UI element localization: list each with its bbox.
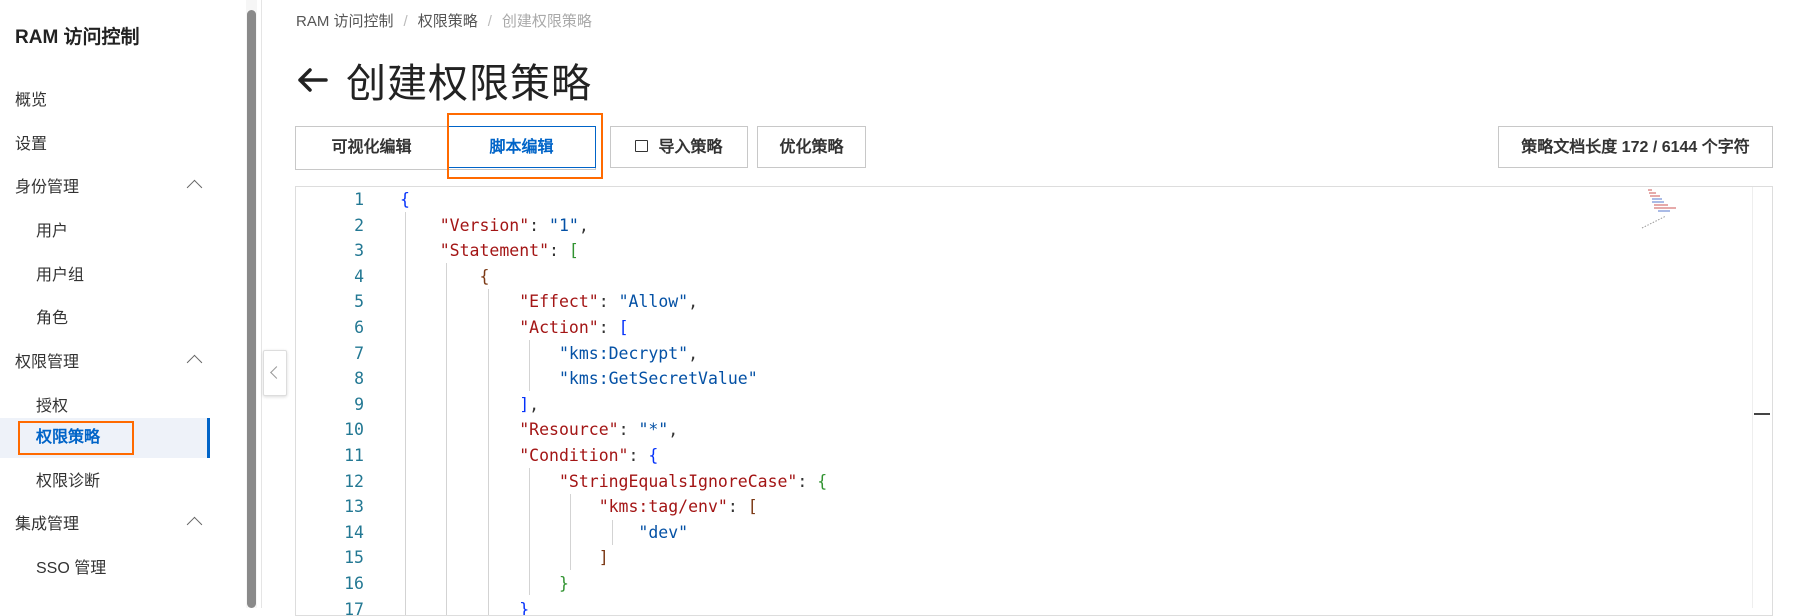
breadcrumb-item[interactable]: RAM 访问控制 <box>296 10 394 31</box>
line-number: 14 <box>344 522 364 542</box>
sidebar-item-label: 用户组 <box>36 267 85 284</box>
sidebar-item-user-groups[interactable]: 用户组 <box>0 256 210 296</box>
code-token: "Condition" <box>519 446 629 465</box>
sidebar-item-label: 身份管理 <box>15 179 80 196</box>
line-number: 16 <box>344 574 364 593</box>
code-token: "Action" <box>519 318 599 337</box>
line-number: 15 <box>344 548 364 568</box>
line-number: 5 <box>354 292 364 312</box>
breadcrumb-item[interactable]: 权限策略 <box>418 10 478 31</box>
sidebar-scrollbar-thumb[interactable] <box>247 10 256 608</box>
tab-visual-edit[interactable]: 可视化编辑 <box>296 127 448 169</box>
line-number: 7 <box>354 343 364 363</box>
editor-mode-tabs: 可视化编辑 脚本编辑 <box>295 126 596 170</box>
editor-scrollbar-track[interactable] <box>1752 187 1753 608</box>
page-header: 创建权限策略 <box>294 52 592 108</box>
line-number: 11 <box>344 446 364 465</box>
sidebar-item-sso[interactable]: SSO 管理 <box>0 549 210 589</box>
code-editor[interactable]: 1{ 2 "Version": "1", 3 "Statement": [ 4 … <box>295 186 1773 616</box>
sidebar-item-settings[interactable]: 设置 <box>0 125 210 165</box>
sidebar-group-identity[interactable]: 身份管理 <box>0 168 210 208</box>
line-number: 8 <box>354 369 364 389</box>
import-policy-button[interactable]: 导入策略 <box>610 126 748 168</box>
line-number: 12 <box>344 471 364 491</box>
back-arrow-icon[interactable] <box>294 60 334 100</box>
code-token: "StringEqualsIgnoreCase" <box>558 471 798 491</box>
sidebar-item-users[interactable]: 用户 <box>0 212 210 252</box>
sidebar-item-label: 权限管理 <box>15 354 80 371</box>
line-number: 13 <box>344 497 364 517</box>
line-number: 1 <box>354 190 364 209</box>
chevron-up-icon <box>186 516 203 533</box>
code-token: "*" <box>638 420 669 440</box>
code-token: "kms:tag/env" <box>598 497 728 517</box>
editor-minimap[interactable] <box>1640 186 1690 231</box>
line-number: 9 <box>354 394 364 414</box>
chevron-up-icon <box>186 179 203 196</box>
line-number: 17 <box>344 599 364 616</box>
line-number: 6 <box>354 318 364 337</box>
sidebar-item-label: 集成管理 <box>15 516 80 533</box>
sidebar-item-diagnostics[interactable]: 权限诊断 <box>0 462 210 502</box>
breadcrumb-separator: / <box>487 13 492 30</box>
line-number: 3 <box>354 241 364 261</box>
import-policy-label: 导入策略 <box>658 139 723 156</box>
sidebar-item-label: 用户 <box>36 223 69 240</box>
line-number: 4 <box>354 266 364 286</box>
code-token: "dev" <box>638 522 689 542</box>
breadcrumb-current: 创建权限策略 <box>501 13 592 30</box>
breadcrumb-separator: / <box>403 13 408 30</box>
sidebar-item-roles[interactable]: 角色 <box>0 299 210 339</box>
code-token: "Statement" <box>439 241 550 261</box>
sidebar-item-label: 概览 <box>15 92 48 109</box>
code-token: "1" <box>549 215 579 235</box>
code-token: "kms:Decrypt" <box>558 343 689 363</box>
sidebar-item-label: 角色 <box>36 310 69 327</box>
code-token: "Allow" <box>618 292 689 312</box>
collapse-sidebar-button[interactable] <box>263 350 287 396</box>
code-token: "kms:GetSecretValue" <box>558 369 758 389</box>
sidebar-group-integration[interactable]: 集成管理 <box>0 505 210 545</box>
editor-scroll-indicator[interactable] <box>1754 413 1770 415</box>
line-number: 10 <box>344 420 364 440</box>
sidebar-group-permissions[interactable]: 权限管理 <box>0 343 210 383</box>
import-icon <box>635 139 649 152</box>
sidebar-item-policies[interactable]: 权限策略 <box>0 418 210 458</box>
page-title: 创建权限策略 <box>346 62 592 106</box>
sidebar-item-label: 权限诊断 <box>36 473 101 490</box>
breadcrumb: RAM 访问控制 / 权限策略 / 创建权限策略 <box>296 10 592 31</box>
sidebar-item-label: SSO 管理 <box>36 560 107 577</box>
sidebar-item-overview[interactable]: 概览 <box>0 81 210 121</box>
divider <box>261 0 262 608</box>
code-token: "Effect" <box>519 292 599 312</box>
tab-script-edit[interactable]: 脚本编辑 <box>447 126 596 168</box>
sidebar: RAM 访问控制 概览 设置 身份管理 用户 用户组 角色 权限管理 授权 权限… <box>0 0 212 608</box>
document-length-indicator: 策略文档长度 172 / 6144 个字符 <box>1498 126 1773 168</box>
sidebar-item-label: 设置 <box>15 136 48 153</box>
line-number: 2 <box>354 215 364 235</box>
code-token: "Resource" <box>519 420 619 440</box>
sidebar-item-label: 权限策略 <box>36 429 101 446</box>
chevron-up-icon <box>186 354 203 371</box>
sidebar-title: RAM 访问控制 <box>15 27 140 48</box>
optimize-policy-button[interactable]: 优化策略 <box>757 126 866 168</box>
code-token: "Version" <box>439 215 530 235</box>
